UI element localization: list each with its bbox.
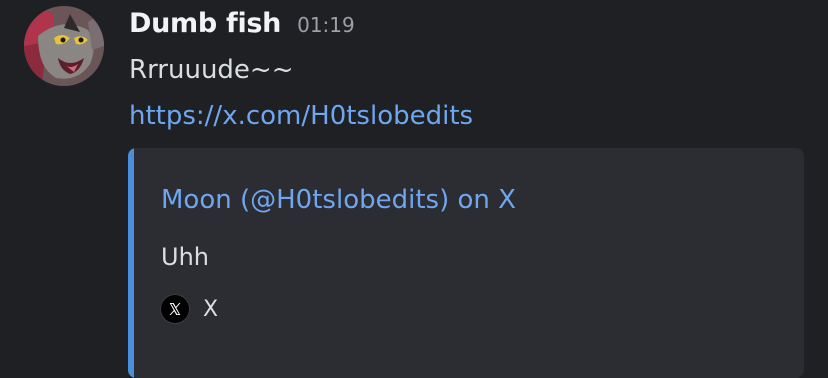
x-logo-icon [161,295,189,323]
link-embed: Moon (@H0tslobedits) on X Uhh X [128,148,804,378]
message-link[interactable]: https://x.com/H0tslobedits [129,101,473,131]
embed-footer: X [161,295,218,323]
embed-accent-bar [128,148,134,378]
username[interactable]: Dumb fish [129,8,281,39]
embed-footer-text: X [203,296,219,322]
user-avatar[interactable] [24,6,104,86]
message-header: Dumb fish 01:19 [129,8,355,48]
message-timestamp[interactable]: 01:19 [297,13,355,37]
chat-message: Dumb fish 01:19 Rrruuude~~ https://x.com… [0,0,828,378]
embed-description: Uhh [161,243,209,271]
embed-title[interactable]: Moon (@H0tslobedits) on X [161,185,516,215]
message-text: Rrruuude~~ [129,55,294,85]
avatar-image [24,6,104,86]
